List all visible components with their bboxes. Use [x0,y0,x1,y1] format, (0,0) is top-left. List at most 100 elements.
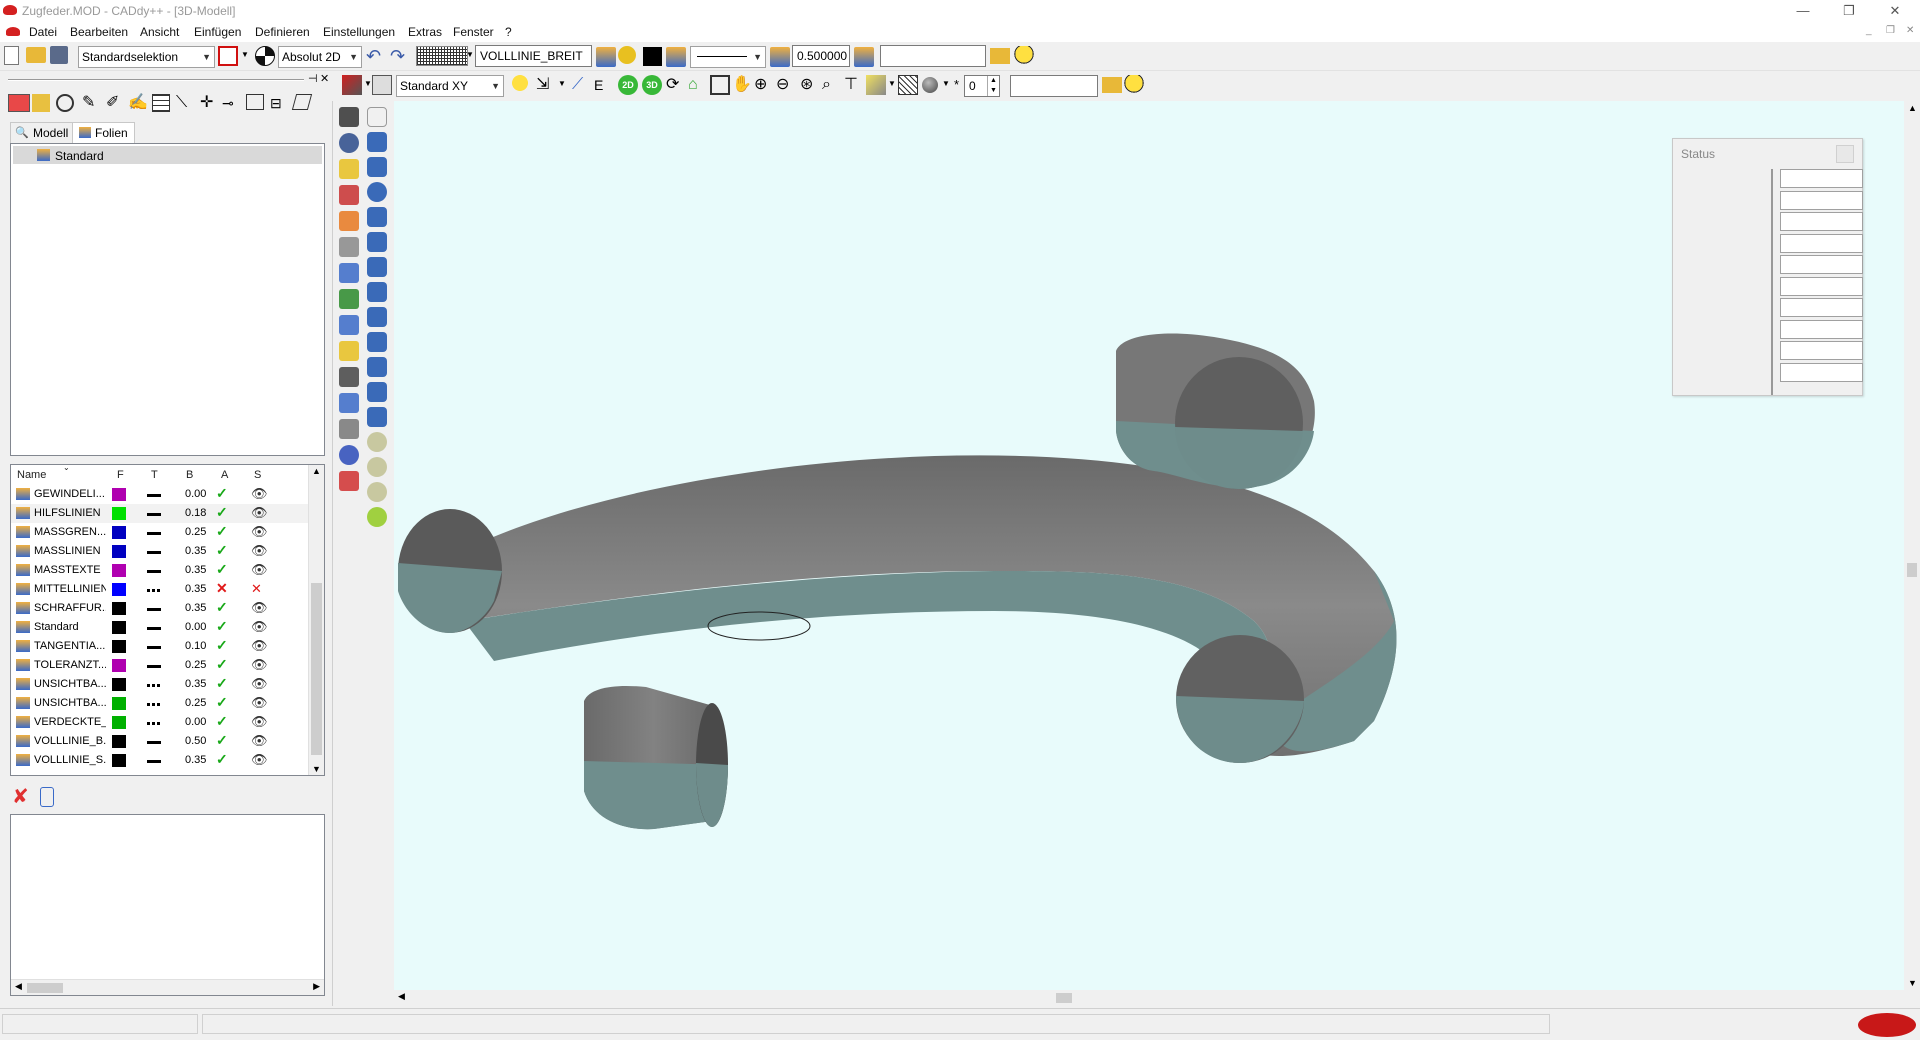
active-check-icon[interactable]: ✓ [216,542,228,559]
layer-line-width[interactable]: 0.35 [185,583,206,595]
layer-row[interactable]: HILFSLINIEN 0.18 ✓ 👁 [11,504,309,523]
layer-row[interactable]: VOLLLINIE_B... 0.50 ✓ 👁 [11,732,309,751]
layer-line-type[interactable] [147,703,161,706]
layer-color-swatch[interactable] [112,735,126,748]
dimension-tool-icon[interactable] [339,341,359,361]
visible-eye-icon[interactable]: 👁 [251,733,268,749]
menu-einstellungen[interactable]: Einstellungen [323,25,395,39]
undo-icon[interactable]: ↶ [366,47,386,67]
torus-tool-icon[interactable] [367,207,387,227]
visible-eye-icon[interactable]: 👁 [251,600,268,616]
point-tool-icon[interactable] [339,315,359,335]
snap-dropdown-icon[interactable]: ▼ [558,79,566,88]
view-search-field[interactable] [1010,75,1098,97]
layer-manager-icon[interactable] [32,94,50,112]
sphere-dropdown-icon[interactable]: ▼ [942,79,950,88]
visible-eye-icon[interactable]: 👁 [251,657,268,673]
viewport-horizontal-scrollbar[interactable]: ◀ [394,990,1904,1006]
layer-line-width[interactable]: 0.35 [185,754,206,766]
line-width-icon[interactable] [770,47,790,67]
layer-color-swatch[interactable] [112,602,126,615]
layer-row[interactable]: VOLLLINIE_S... 0.35 ✓ 👁 [11,751,309,770]
layer-row[interactable]: UNSICHTBA... 0.25 ✓ 👁 [11,694,309,713]
active-check-icon[interactable]: ✓ [216,732,228,749]
properties-scrollbar[interactable]: ◀ ▶ [11,979,324,995]
visible-eye-icon[interactable]: 👁 [251,676,268,692]
header-b[interactable]: B [186,469,193,481]
loft-tool-icon[interactable] [367,357,387,377]
layer-stack-icon-2[interactable] [666,47,686,67]
circle-tool-icon[interactable] [56,94,74,112]
edit-tool-icon[interactable] [339,289,359,309]
sphere-tool-icon[interactable] [339,133,359,153]
layer-line-width[interactable]: 0.00 [185,716,206,728]
layer-line-width[interactable]: 0.35 [185,545,206,557]
layer-line-type[interactable] [147,589,161,592]
menu-ansicht[interactable]: Ansicht [140,25,179,39]
status-splitter[interactable] [1771,169,1773,395]
dimension-icon[interactable]: ⊸ [222,94,242,114]
brush-icon[interactable]: ✍ [128,94,148,114]
visible-eye-icon[interactable]: 👁 [251,505,268,521]
text-tool-icon[interactable] [339,393,359,413]
panel-grip[interactable] [8,79,304,81]
trim-icon[interactable]: ⟍ [176,94,196,114]
render-tool-icon[interactable] [367,507,387,527]
star-icon[interactable]: * [954,77,959,92]
line-width-field[interactable]: 0.500000 [792,45,850,67]
layer-color-swatch[interactable] [112,526,126,539]
hatch-tool-icon[interactable] [339,419,359,439]
info-icon[interactable] [339,445,359,465]
visible-eye-icon[interactable]: 👁 [251,638,268,654]
axis-tool-icon[interactable] [339,185,359,205]
layer-row[interactable]: TOLERANZT... 0.25 ✓ 👁 [11,656,309,675]
active-check-icon[interactable]: ✓ [216,637,228,654]
scroll-right-icon[interactable]: ▶ [313,981,320,992]
h-scroll-thumb[interactable] [27,983,63,993]
color-swatch-button[interactable] [643,47,662,66]
viewport-scroll-up-icon[interactable]: ▲ [1908,103,1917,113]
layer-row[interactable]: MASSTEXTE 0.35 ✓ 👁 [11,561,309,580]
redo-icon[interactable]: ↷ [390,47,410,67]
scroll-up-icon[interactable]: ▲ [312,466,321,476]
active-check-icon[interactable]: ✓ [216,599,228,616]
bend-tool-icon[interactable] [367,282,387,302]
layer-line-type[interactable] [147,760,161,763]
layer-line-type[interactable] [147,741,161,744]
active-check-icon[interactable]: ✓ [216,675,228,692]
layer-line-width[interactable]: 0.25 [185,697,206,709]
edit-icon[interactable]: ✐ [106,94,126,114]
visible-eye-icon[interactable]: 👁 [251,619,268,635]
active-check-icon[interactable]: ✓ [216,713,228,730]
active-check-icon[interactable]: ✓ [216,485,228,502]
boolean-tool-icon[interactable] [367,307,387,327]
layer-color-swatch[interactable] [112,678,126,691]
layer-color-swatch[interactable] [112,564,126,577]
bulb-icon[interactable] [1014,46,1034,66]
view-folder-icon[interactable] [1102,77,1122,93]
extrude-tool-icon[interactable] [367,232,387,252]
layer-table[interactable]: Name ⌄ F T B A S GEWINDELI... 0.00 ✓ 👁 HILFS… [10,464,325,776]
view-plane-icon[interactable] [372,75,392,95]
layer-light-icon[interactable] [618,46,636,64]
viewport-vertical-scrollbar[interactable]: ▲ ▼ [1904,101,1920,990]
layer-row[interactable]: TANGENTIA... 0.10 ✓ 👁 [11,637,309,656]
cube-tool-icon[interactable] [367,132,387,152]
save-icon[interactable] [50,46,68,64]
cube-icon[interactable] [291,94,313,110]
minimize-button[interactable]: — [1780,0,1826,22]
inactive-cross-icon[interactable]: ✕ [216,580,228,597]
chamfer-tool-icon[interactable] [367,407,387,427]
menu-help[interactable]: ? [505,25,512,39]
active-check-icon[interactable]: ✓ [216,504,228,521]
properties-tool-icon[interactable] [40,787,54,807]
delete-tool-icon[interactable]: ✘ [12,787,29,807]
layer-color-swatch[interactable] [112,583,126,596]
number-spinner[interactable]: ▲ ▼ [987,76,999,96]
panel-pin-icon[interactable]: ⊣ [308,72,318,85]
layer-row[interactable]: MASSGREN... 0.25 ✓ 👁 [11,523,309,542]
model-view-icon[interactable] [8,94,30,112]
zoom-out-icon[interactable]: ⊖ [776,75,796,95]
zoom-previous-icon[interactable]: ⌕ [822,75,842,95]
zoom-in-icon[interactable]: ⊕ [754,75,774,95]
